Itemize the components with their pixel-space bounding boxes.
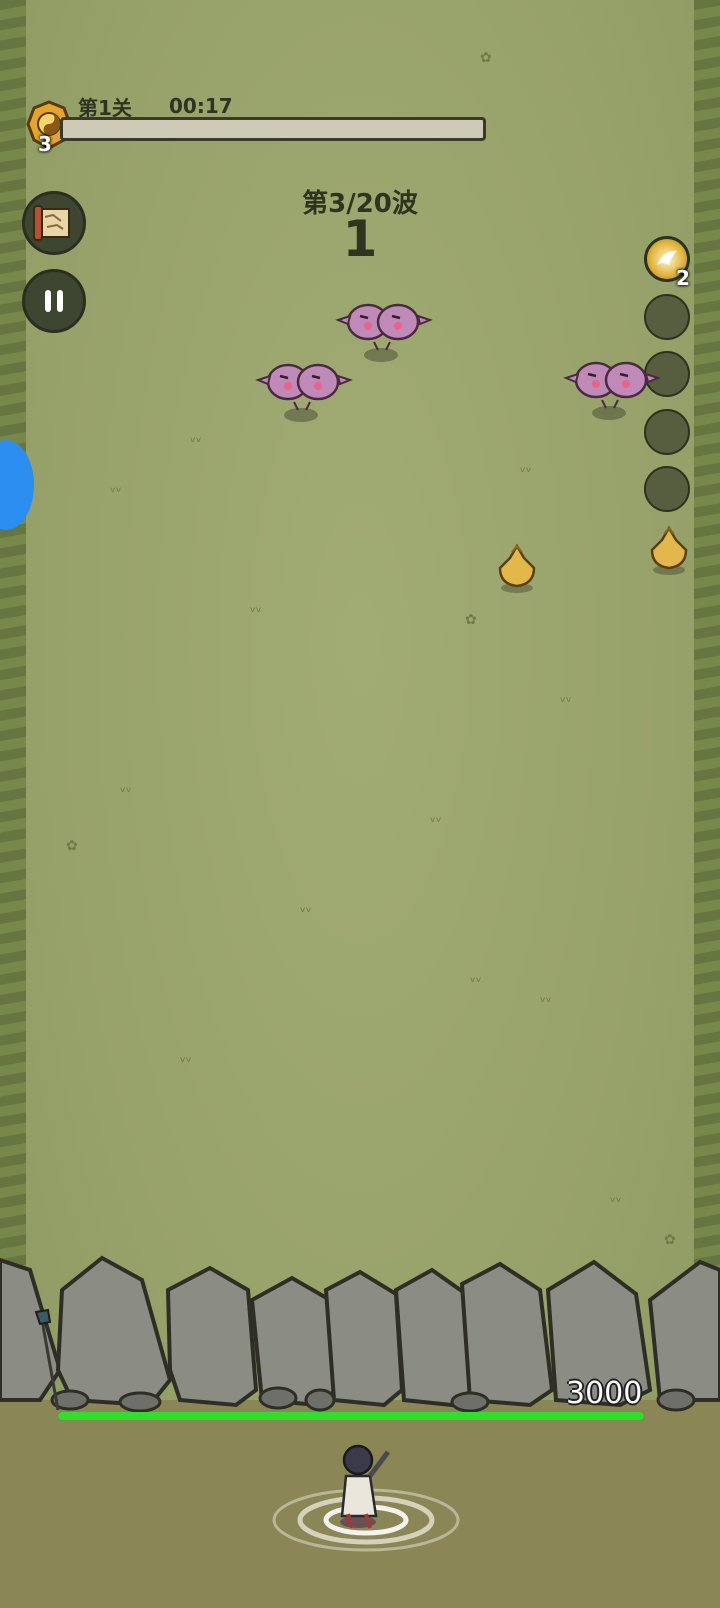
wall-hp-bar [58, 1412, 644, 1420]
purple-bird-enemy [335, 303, 433, 351]
level-badge-number: 3 [38, 132, 52, 156]
purple-bird-enemy [563, 361, 661, 409]
grass-tuft: ᵥᵥ [190, 430, 202, 446]
grass-tuft: ᵥᵥ [300, 900, 312, 916]
flower-icon: ✿ [480, 50, 492, 66]
flower-icon: ✿ [664, 1232, 676, 1248]
hero-character [272, 1444, 460, 1552]
skill-slot-empty[interactable] [644, 409, 690, 455]
wall-hp-fill [58, 1412, 644, 1420]
flower-icon: ✿ [66, 838, 78, 854]
grass-tuft: ᵥᵥ [110, 480, 122, 496]
grass-tuft: ᵥᵥ [250, 600, 262, 616]
stage-progress-bar [60, 117, 486, 141]
grass-tuft: ᵥᵥ [180, 1050, 192, 1066]
grass-tuft: ᵥᵥ [430, 810, 442, 826]
purple-bird-enemy [255, 363, 353, 411]
skill-slot-empty[interactable] [644, 294, 690, 340]
pause-icon [45, 290, 63, 312]
stage-timer: 00:17 [169, 94, 233, 118]
skill-slot-empty[interactable] [644, 466, 690, 512]
pause-button[interactable] [22, 269, 86, 333]
wave-countdown: 1 [342, 210, 378, 268]
grass-tuft: ᵥᵥ [470, 970, 482, 986]
grass-tuft: ᵥᵥ [120, 780, 132, 796]
skill-count: 2 [676, 266, 690, 290]
grass-tuft: ᵥᵥ [560, 690, 572, 706]
wall-hp-value: 3000 [566, 1376, 643, 1411]
grass-tuft: ᵥᵥ [610, 1190, 622, 1206]
yellow-chick-enemy [498, 543, 536, 593]
flower-icon: ✿ [465, 612, 477, 628]
grass-tuft: ᵥᵥ [520, 460, 532, 476]
grass-tuft: ᵥᵥ [540, 990, 552, 1006]
yellow-chick-enemy [650, 525, 688, 575]
